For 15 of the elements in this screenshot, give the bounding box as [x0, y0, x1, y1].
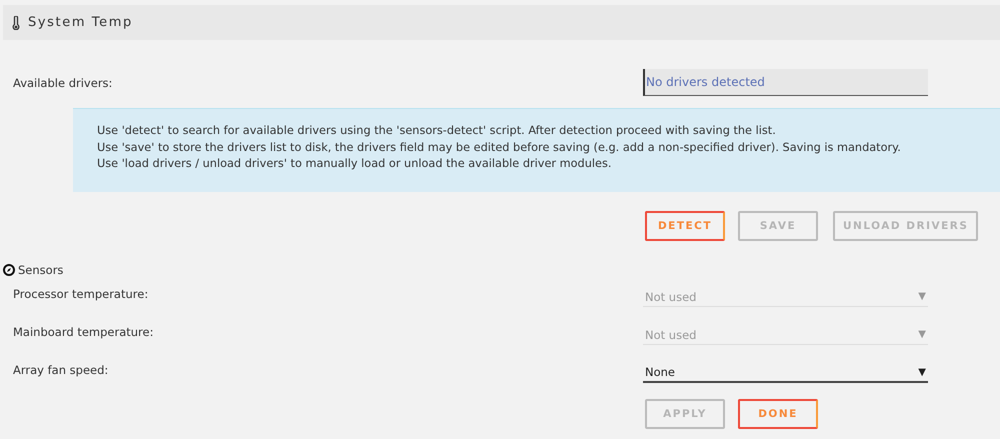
action-button[interactable]: DONE: [738, 399, 818, 429]
info-text: Use 'detect' to search for available drivers using the 'sensors-detect' script. After detection proceed with saving the list.: [97, 123, 777, 139]
drivers-input-field[interactable]: No drivers detected: [643, 69, 928, 96]
thermometer-icon: [12, 16, 20, 30]
info-text: Use 'load drivers / unload drivers' to manually load or unload the available driver modules.: [97, 156, 612, 172]
field-label: Available drivers:: [13, 76, 114, 90]
field-label: Array fan speed:: [13, 363, 110, 377]
field-label: Processor temperature:: [13, 287, 150, 301]
field-label: Mainboard temperature:: [13, 325, 154, 339]
dropdown[interactable]: None ▼: [643, 357, 928, 383]
action-button[interactable]: DETECT: [645, 211, 725, 241]
compass-icon: [3, 264, 15, 276]
section-subtitle: Sensors: [18, 263, 64, 277]
section-title: System Temp: [28, 15, 133, 30]
info-text: Use 'save' to store the drivers list to disk, the drivers field may be edited before saving (e.g. add a non-specified driver). Saving is mandatory.: [97, 140, 902, 156]
